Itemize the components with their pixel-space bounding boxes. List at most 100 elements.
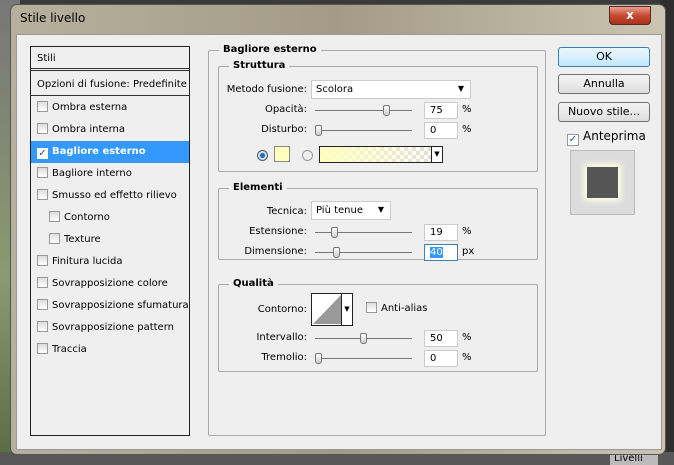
close-button[interactable]: x (609, 6, 651, 25)
color-swatch[interactable] (274, 146, 290, 162)
checkbox-icon[interactable] (366, 302, 377, 313)
size-input[interactable]: 40 (424, 244, 458, 261)
slider-thumb[interactable] (315, 353, 322, 364)
noise-unit: % (462, 124, 472, 135)
antialias-label: Anti-alias (381, 303, 428, 314)
slider-thumb[interactable] (382, 105, 390, 116)
chevron-down-icon: ▼ (377, 205, 384, 214)
checkmark-icon[interactable]: ✓ (567, 134, 579, 146)
noise-input[interactable]: 0 (424, 122, 458, 139)
opacity-input[interactable]: 75 (424, 102, 458, 119)
chevron-down-icon: ▼ (457, 84, 464, 93)
antialias-checkbox[interactable]: Anti-alias (366, 302, 428, 314)
checkbox-icon[interactable] (37, 277, 48, 288)
range-input[interactable]: 50 (424, 330, 458, 347)
solid-color-radio[interactable] (257, 150, 268, 161)
style-item[interactable]: Sovrapposizione sfumatura (31, 295, 189, 317)
elements-title: Elementi (229, 182, 287, 193)
blend-mode-label: Metodo fusione: (226, 84, 307, 95)
checkbox-icon[interactable] (37, 123, 48, 134)
style-item-label: Traccia (52, 344, 87, 355)
blend-options-item[interactable]: Opzioni di fusione: Predefinite (31, 74, 189, 96)
spread-unit: % (462, 226, 472, 237)
style-item[interactable]: Sovrapposizione colore (31, 273, 189, 295)
checkbox-icon[interactable] (37, 167, 48, 178)
checkbox-icon[interactable] (37, 101, 48, 112)
chevron-down-icon[interactable]: ▼ (431, 147, 442, 162)
styles-list: Stili Opzioni di fusione: Predefinite Om… (30, 46, 190, 436)
style-item-label: Sovrapposizione colore (52, 278, 168, 289)
style-item-label: Texture (64, 234, 101, 245)
jitter-input[interactable]: 0 (424, 350, 458, 367)
gradient-radio[interactable] (302, 150, 313, 161)
opacity-slider[interactable] (315, 105, 412, 116)
contour-picker[interactable]: ▼ (311, 293, 353, 326)
opacity-unit: % (462, 104, 472, 115)
style-item[interactable]: Finitura lucida (31, 251, 189, 273)
style-item[interactable]: Contorno (31, 207, 189, 229)
preview-thumbnail (570, 150, 635, 215)
size-label: Dimensione: (244, 246, 307, 257)
chevron-down-icon[interactable]: ▼ (341, 294, 352, 325)
slider-thumb[interactable] (315, 125, 322, 136)
style-item[interactable]: Sovrapposizione pattern (31, 317, 189, 339)
group-title: Bagliore esterno (219, 44, 321, 55)
cancel-button[interactable]: Annulla (558, 74, 650, 94)
style-item[interactable]: Bagliore interno (31, 163, 189, 185)
jitter-label: Tremolio: (261, 352, 307, 363)
style-item[interactable]: Smusso ed effetto rilievo (31, 185, 189, 207)
style-item-label: Sovrapposizione sfumatura (52, 300, 189, 311)
slider-thumb[interactable] (331, 227, 338, 238)
styles-header[interactable]: Stili (31, 47, 189, 71)
contour-preview-icon (313, 295, 341, 324)
style-item[interactable]: Texture (31, 229, 189, 251)
noise-slider[interactable] (315, 125, 412, 136)
spread-slider[interactable] (315, 227, 412, 238)
ok-button[interactable]: OK (558, 47, 650, 67)
style-item-label: Contorno (64, 212, 110, 223)
style-item[interactable]: Traccia (31, 339, 189, 361)
checkbox-icon[interactable] (37, 321, 48, 332)
jitter-slider[interactable] (315, 353, 412, 364)
checkbox-icon[interactable] (37, 299, 48, 310)
style-item-label: Ombra interna (52, 124, 125, 135)
checkbox-icon[interactable] (49, 233, 60, 244)
checkbox-icon[interactable] (37, 343, 48, 354)
size-value-selected: 40 (430, 247, 443, 258)
quality-title: Qualità (229, 278, 278, 289)
contour-label: Contorno: (257, 304, 307, 315)
checkbox-icon[interactable] (37, 189, 48, 200)
slider-thumb[interactable] (360, 333, 367, 344)
checkbox-icon[interactable]: ✓ (37, 148, 48, 159)
range-slider[interactable] (315, 333, 412, 344)
checkbox-icon[interactable] (49, 211, 60, 222)
technique-dropdown[interactable]: Più tenue ▼ (311, 201, 391, 220)
blend-mode-value: Scolora (316, 84, 354, 95)
size-slider[interactable] (315, 247, 412, 258)
style-item-label: Bagliore esterno (52, 146, 146, 157)
jitter-unit: % (462, 352, 472, 363)
preview-label: Anteprima (583, 129, 646, 143)
technique-value: Più tenue (316, 205, 364, 216)
gradient-picker[interactable]: ▼ (319, 146, 443, 163)
range-label: Intervallo: (256, 332, 307, 343)
slider-thumb[interactable] (333, 247, 340, 258)
blend-mode-dropdown[interactable]: Scolora ▼ (311, 80, 471, 99)
preview-checkbox[interactable]: ✓ Anteprima (567, 129, 646, 146)
style-item[interactable]: Ombra interna (31, 119, 189, 141)
style-item[interactable]: ✓ Bagliore esterno (31, 141, 189, 163)
style-item-label: Sovrapposizione pattern (52, 322, 174, 333)
style-item-label: Bagliore interno (52, 168, 132, 179)
checkbox-icon[interactable] (37, 255, 48, 266)
new-style-button[interactable]: Nuovo stile... (558, 102, 650, 122)
spread-input[interactable]: 19 (424, 224, 458, 241)
style-item-label: Finitura lucida (52, 256, 123, 267)
style-item-label: Smusso ed effetto rilievo (52, 190, 177, 201)
noise-label: Disturbo: (261, 124, 307, 135)
opacity-label: Opacità: (264, 104, 307, 115)
style-item-label: Ombra esterna (52, 102, 128, 113)
window-title: Stile livello (20, 11, 86, 25)
style-item[interactable]: Ombra esterna (31, 97, 189, 119)
size-unit: px (462, 246, 475, 257)
preview-square (587, 167, 618, 198)
